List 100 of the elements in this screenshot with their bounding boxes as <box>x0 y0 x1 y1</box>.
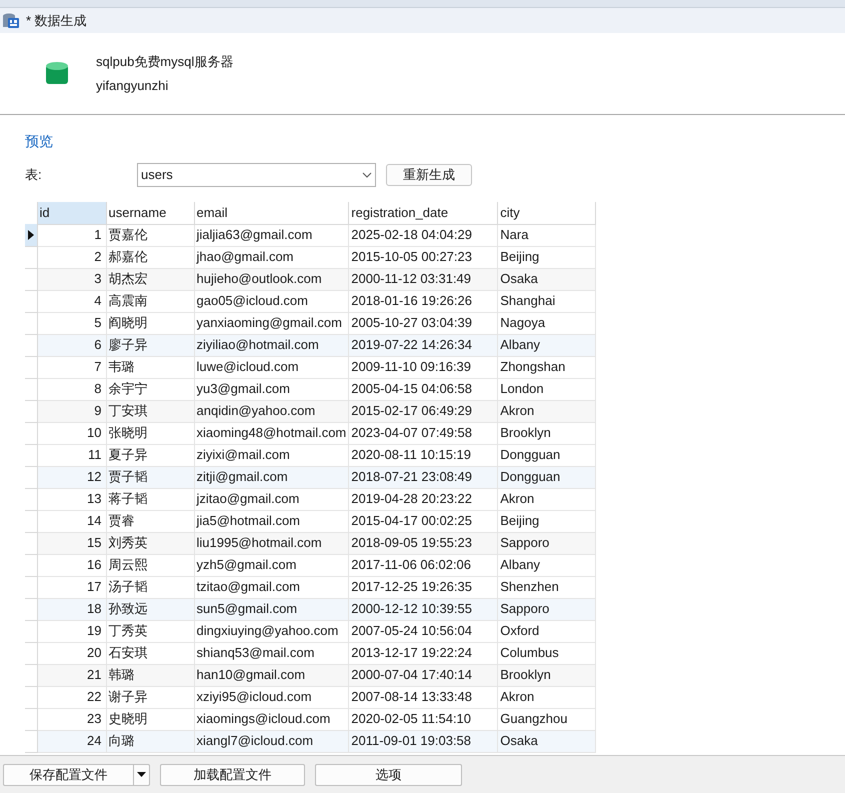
table-cell: 19 <box>37 620 106 642</box>
table-cell: 1 <box>37 224 106 246</box>
table-cell: 2000-12-12 10:39:55 <box>348 598 498 620</box>
table-cell: Oxford <box>498 620 596 642</box>
column-header[interactable]: city <box>498 202 596 224</box>
table-cell: 9 <box>37 400 106 422</box>
table-cell: zitji@gmail.com <box>194 466 349 488</box>
table-cell: 20 <box>37 642 106 664</box>
table-cell: ziyiliao@hotmail.com <box>194 334 349 356</box>
table-cell: xziyi95@icloud.com <box>194 686 349 708</box>
table-cell: Albany <box>498 334 596 356</box>
table-select[interactable]: users <box>137 163 376 187</box>
table-cell: 2015-10-05 00:27:23 <box>348 246 498 268</box>
table-cell: 2000-11-12 03:31:49 <box>348 268 498 290</box>
table-cell: 2 <box>37 246 106 268</box>
table-cell: Brooklyn <box>498 664 596 686</box>
table-cell: 13 <box>37 488 106 510</box>
chevron-down-icon <box>362 172 372 178</box>
table-cell: 廖子异 <box>106 334 194 356</box>
table-cell: Zhongshan <box>498 356 596 378</box>
database-name: yifangyunzhi <box>96 76 170 95</box>
table-cell: 17 <box>37 576 106 598</box>
column-header[interactable]: email <box>194 202 349 224</box>
database-icon <box>45 60 69 86</box>
table-cell: 2020-08-11 10:15:19 <box>348 444 498 466</box>
table-cell: 郝嘉伦 <box>106 246 194 268</box>
table-cell: 21 <box>37 664 106 686</box>
table-cell: 2009-11-10 09:16:39 <box>348 356 498 378</box>
table-cell: 阎晓明 <box>106 312 194 334</box>
table-cell: 24 <box>37 730 106 752</box>
table-cell: shianq53@mail.com <box>194 642 349 664</box>
column-header[interactable]: registration_date <box>348 202 498 224</box>
table-cell: 石安琪 <box>106 642 194 664</box>
table-cell: Dongguan <box>498 466 596 488</box>
table-cell: Akron <box>498 488 596 510</box>
table-cell: 2005-10-27 03:04:39 <box>348 312 498 334</box>
table-label: 表: <box>25 166 43 184</box>
table-cell: yanxiaoming@gmail.com <box>194 312 349 334</box>
table-cell: 22 <box>37 686 106 708</box>
table-cell: 2017-12-25 19:26:35 <box>348 576 498 598</box>
caret-down-icon <box>137 772 146 777</box>
column-header[interactable]: id <box>37 202 106 224</box>
table-cell: 余宇宁 <box>106 378 194 400</box>
table-cell: 刘秀英 <box>106 532 194 554</box>
table-cell: Albany <box>498 554 596 576</box>
table-cell: 5 <box>37 312 106 334</box>
table-cell: 14 <box>37 510 106 532</box>
window-title: * 数据生成 <box>26 12 87 30</box>
table-cell: 2019-04-28 20:23:22 <box>348 488 498 510</box>
footer-button[interactable]: 加载配置文件 <box>160 764 305 786</box>
footer-button[interactable]: 选项 <box>315 764 462 786</box>
regenerate-button[interactable]: 重新生成 <box>386 164 472 186</box>
table-cell: 8 <box>37 378 106 400</box>
table-cell: 高震南 <box>106 290 194 312</box>
table-cell: London <box>498 378 596 400</box>
table-cell: yu3@gmail.com <box>194 378 349 400</box>
table-cell: 2015-04-17 00:02:25 <box>348 510 498 532</box>
table-cell: Columbus <box>498 642 596 664</box>
table-cell: 张晓明 <box>106 422 194 444</box>
table-cell: 2020-02-05 11:54:10 <box>348 708 498 730</box>
table-cell: 18 <box>37 598 106 620</box>
row-header[interactable] <box>25 224 37 246</box>
table-cell: jialjia63@gmail.com <box>194 224 349 246</box>
table-cell: 2000-07-04 17:40:14 <box>348 664 498 686</box>
table-cell: 4 <box>37 290 106 312</box>
column-header[interactable]: username <box>106 202 194 224</box>
data-generator-icon <box>2 12 20 30</box>
table-cell: Beijing <box>498 510 596 532</box>
section-heading: 预览 <box>25 132 53 151</box>
table-cell: 16 <box>37 554 106 576</box>
table-cell: 3 <box>37 268 106 290</box>
table-cell: Akron <box>498 686 596 708</box>
table-cell: 蒋子韬 <box>106 488 194 510</box>
table-cell: 2013-12-17 19:22:24 <box>348 642 498 664</box>
table-cell: Dongguan <box>498 444 596 466</box>
table-cell: tzitao@gmail.com <box>194 576 349 598</box>
table-cell: 汤子韬 <box>106 576 194 598</box>
table-cell: 15 <box>37 532 106 554</box>
table-cell: 7 <box>37 356 106 378</box>
table-cell: 夏子异 <box>106 444 194 466</box>
table-cell: Guangzhou <box>498 708 596 730</box>
table-cell: xiaomings@icloud.com <box>194 708 349 730</box>
table-cell: 11 <box>37 444 106 466</box>
table-cell: Shanghai <box>498 290 596 312</box>
save-config-split-button[interactable]: 保存配置文件 <box>3 764 150 786</box>
table-cell: 2017-11-06 06:02:06 <box>348 554 498 576</box>
table-cell: 丁秀英 <box>106 620 194 642</box>
table-cell: 2025-02-18 04:04:29 <box>348 224 498 246</box>
table-cell: Nara <box>498 224 596 246</box>
table-cell: 23 <box>37 708 106 730</box>
table-cell: Osaka <box>498 268 596 290</box>
table-cell: sun5@gmail.com <box>194 598 349 620</box>
table-cell: 2007-08-14 13:33:48 <box>348 686 498 708</box>
table-cell: Shenzhen <box>498 576 596 598</box>
table-cell: 胡杰宏 <box>106 268 194 290</box>
table-cell: 贾嘉伦 <box>106 224 194 246</box>
table-cell: jia5@hotmail.com <box>194 510 349 532</box>
table-cell: Akron <box>498 400 596 422</box>
current-row-icon <box>28 230 34 240</box>
table-cell: xiangl7@icloud.com <box>194 730 349 752</box>
